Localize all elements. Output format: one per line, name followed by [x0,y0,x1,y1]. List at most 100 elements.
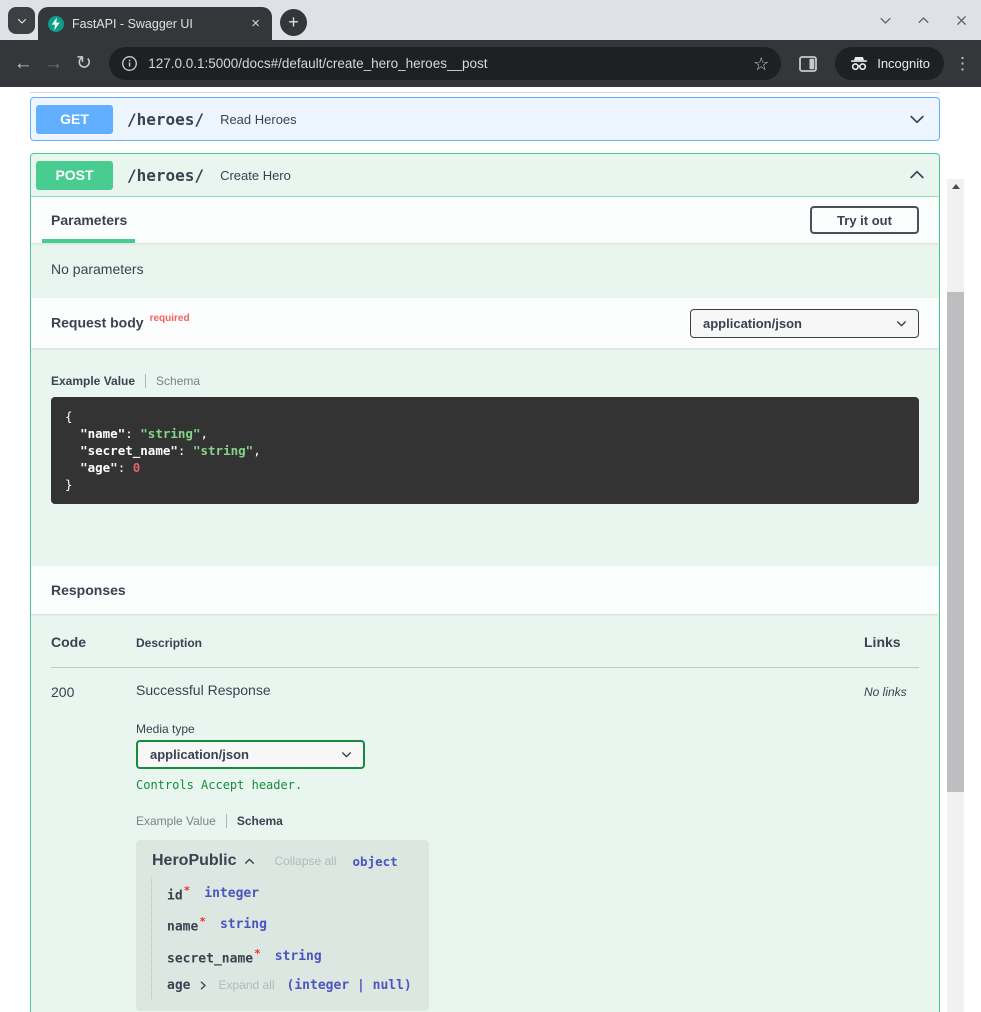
required-flag: required [150,313,190,324]
tab-example-value[interactable]: Example Value [136,814,216,828]
model-property-row: secret_name* string [167,941,415,972]
example-schema-tabs: Example Value Schema [136,814,864,828]
required-asterisk: * [254,947,261,960]
incognito-badge: Incognito [835,47,944,80]
no-parameters-message: No parameters [31,243,939,298]
fastapi-favicon-icon [48,16,64,32]
model-title-row: HeroPublic Collapse all object [136,852,415,870]
active-tab-underline [42,239,135,243]
incognito-icon [849,56,869,71]
property-name: name* [167,915,206,934]
tab-title: FastAPI - Swagger UI [72,17,247,31]
new-tab-button[interactable]: + [280,9,307,36]
forward-button[interactable]: → [40,48,66,80]
window-maximize-icon[interactable] [916,13,931,28]
property-type: string [275,949,322,964]
model-type: object [353,854,398,869]
request-content-type-select[interactable]: application/json [690,309,919,338]
section-divider [30,92,940,93]
try-it-out-button[interactable]: Try it out [810,206,919,234]
back-button[interactable]: ← [10,48,36,80]
required-asterisk: * [199,915,206,928]
column-code: Code [51,634,136,650]
media-type-label: Media type [136,722,864,736]
browser-tab[interactable]: FastAPI - Swagger UI × [38,7,272,40]
tab-search-button[interactable] [8,7,35,34]
response-links: No links [864,682,919,699]
tab-strip: FastAPI - Swagger UI × + [0,0,981,40]
accept-header-note: Controls Accept header. [136,778,864,792]
collapse-all-label[interactable]: Collapse all [274,854,336,868]
model-property-row: id* integer [167,878,415,909]
response-row-200: 200 Successful Response Media type appli… [51,668,919,1011]
property-name: age [167,978,190,993]
tab-divider [226,814,227,828]
expand-chevron-down-icon[interactable] [907,109,927,129]
window-minimize-icon[interactable] [878,13,893,28]
parameters-header: Parameters Try it out [31,197,939,243]
model-property-row: name* string [167,909,415,940]
window-close-icon[interactable] [954,13,969,28]
get-endpoint-summary: Read Heroes [220,112,297,127]
address-bar[interactable]: 127.0.0.1:5000/docs#/default/create_hero… [109,47,781,80]
tab-close-icon[interactable]: × [247,14,264,33]
window-controls [878,0,969,40]
opblock-get-heroes: GET /heroes/ Read Heroes [30,97,940,141]
swagger-page: GET /heroes/ Read Heroes POST /heroes/ C… [0,92,964,1012]
tab-schema[interactable]: Schema [156,374,200,388]
tab-example-value[interactable]: Example Value [51,374,135,388]
request-body-header: Request body required application/json [31,298,939,348]
property-type: (integer | null) [287,978,412,993]
post-method-badge: POST [36,161,113,190]
accept-media-type-select[interactable]: application/json [136,740,365,769]
responses-header: Responses [31,566,939,614]
property-name: secret_name* [167,947,261,966]
reload-button[interactable]: ↻ [71,48,97,80]
expand-all-label[interactable]: Expand all [218,978,274,992]
example-json-block: { "name": "string", "secret_name": "stri… [51,397,919,504]
property-type: integer [204,886,259,901]
property-name: id* [167,884,190,903]
column-links: Links [864,634,919,650]
browser-window: FastAPI - Swagger UI × + ← → ↻ 127.0.0.1… [0,0,981,87]
chevron-down-icon [340,748,353,761]
tab-schema[interactable]: Schema [237,814,283,828]
responses-table-head: Code Description Links [51,634,919,650]
request-body-title: Request body [51,315,144,331]
responses-table: Code Description Links 200 Successful Re… [31,614,939,1012]
property-type: string [220,917,267,932]
model-collapse-chevron-up-icon[interactable] [243,855,256,868]
get-heroes-summary[interactable]: GET /heroes/ Read Heroes [31,98,939,140]
browser-toolbar: ← → ↻ 127.0.0.1:5000/docs#/default/creat… [0,40,981,87]
post-endpoint-path: /heroes/ [127,166,204,185]
column-description: Description [136,636,864,650]
collapse-chevron-up-icon[interactable] [907,165,927,185]
browser-menu-icon[interactable]: ⋮ [954,54,971,74]
accept-media-type-value: application/json [150,747,340,762]
response-code: 200 [51,682,136,700]
scroll-up-arrow[interactable] [947,179,964,193]
post-heroes-summary[interactable]: POST /heroes/ Create Hero [31,154,939,197]
page-scrollbar[interactable] [947,179,964,1012]
expand-chevron-right-icon[interactable] [198,980,208,991]
schema-model-box: HeroPublic Collapse all object id* intege… [136,840,429,1011]
side-panel-icon[interactable] [799,56,817,72]
responses-title: Responses [51,582,126,598]
parameters-title: Parameters [51,212,127,228]
get-method-badge: GET [36,105,113,134]
url-text: 127.0.0.1:5000/docs#/default/create_hero… [148,56,753,71]
chevron-down-icon [16,15,28,27]
response-description: Successful Response [136,682,864,698]
tab-divider [145,374,146,388]
example-schema-tabs: Example Value Schema [51,374,919,388]
scrollbar-thumb[interactable] [947,292,964,792]
model-properties: id* integer name* string secret_name* string a… [151,878,415,999]
get-endpoint-path: /heroes/ [127,110,204,129]
example-json-code: { "name": "string", "secret_name": "stri… [65,408,905,493]
request-content-type-value: application/json [703,316,895,331]
model-name: HeroPublic [152,852,236,870]
post-endpoint-summary: Create Hero [220,168,291,183]
site-info-icon[interactable] [121,55,138,72]
chevron-down-icon [895,317,908,330]
bookmark-star-icon[interactable]: ☆ [753,55,769,73]
